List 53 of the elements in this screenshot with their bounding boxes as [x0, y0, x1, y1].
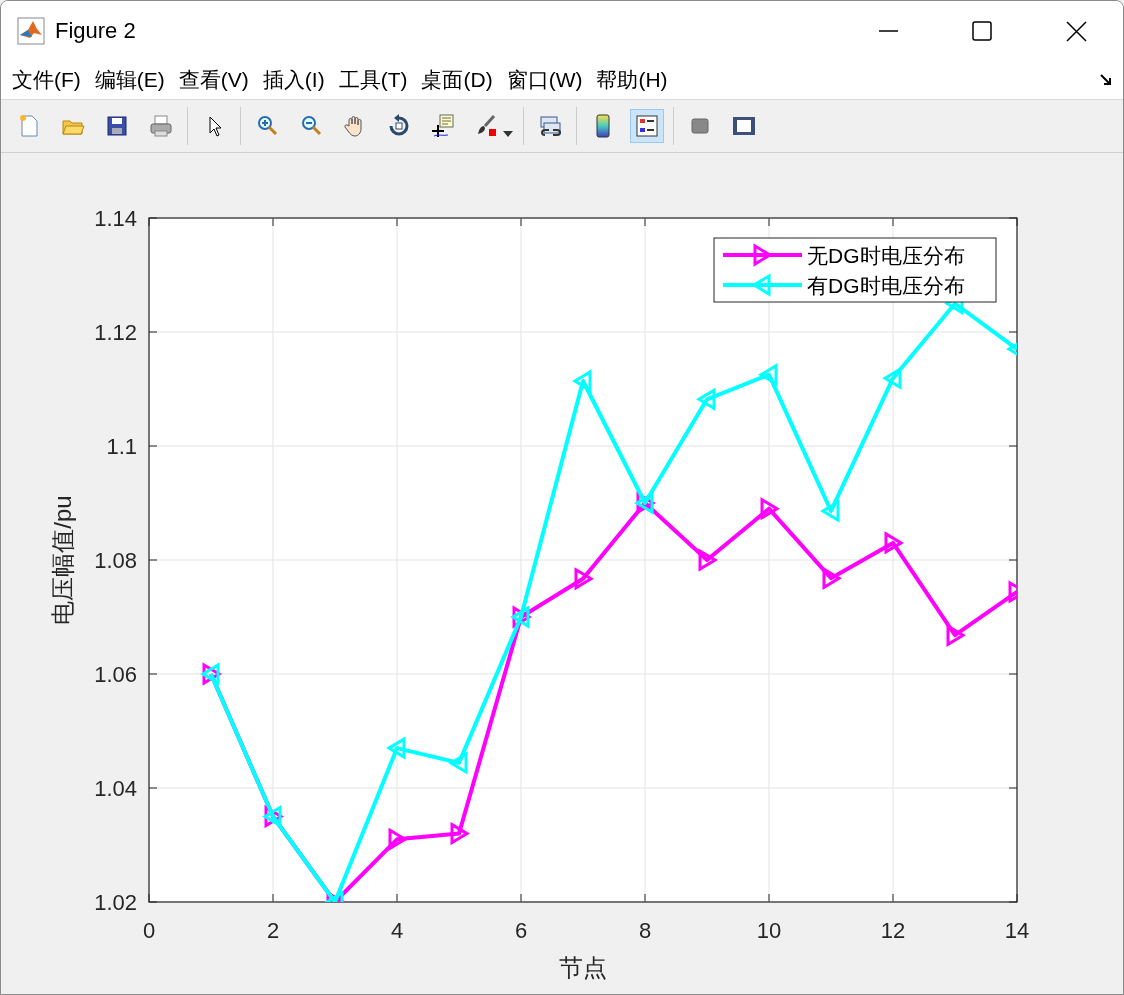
y-tick-label: 1.14: [94, 206, 137, 231]
data-marker: [388, 827, 408, 851]
data-marker: [758, 363, 778, 387]
menu-item[interactable]: 工具(T): [331, 66, 415, 94]
y-tick-label: 1.06: [94, 662, 137, 687]
x-axis-label: 节点: [559, 954, 607, 981]
menu-item[interactable]: 查看(V): [171, 66, 256, 94]
menu-item[interactable]: 编辑(E): [87, 66, 172, 94]
x-tick-label: 10: [756, 918, 782, 943]
legend-label: 有DG时电压分布: [807, 274, 965, 297]
y-tick-label: 1.02: [94, 890, 137, 915]
data-marker: [1008, 580, 1017, 604]
menu-item[interactable]: 插入(I): [255, 66, 332, 94]
menu-item[interactable]: 帮助(H): [589, 66, 675, 94]
x-tick-label: 8: [638, 918, 652, 943]
legend-tool-button[interactable]: [630, 109, 664, 143]
y-tick-label: 1.04: [94, 776, 137, 801]
y-tick-label: 1.08: [94, 548, 137, 573]
printer-icon: [148, 113, 174, 139]
y-tick-label: 1.1: [106, 434, 137, 459]
data-marker: [386, 736, 406, 760]
data-marker: [574, 567, 594, 591]
legend-icon: [634, 113, 660, 139]
data-marker: [572, 369, 592, 393]
data-marker: [822, 566, 842, 590]
x-tick-label: 0: [142, 918, 156, 943]
data-marker: [882, 366, 902, 390]
menu-item[interactable]: 桌面(D): [414, 66, 500, 94]
x-tick-label: 2: [266, 918, 280, 943]
data-marker: [946, 623, 966, 647]
data-marker: [884, 531, 904, 555]
x-tick-label: 12: [880, 918, 906, 943]
x-tick-label: 4: [390, 918, 404, 943]
save-icon: [104, 113, 130, 139]
data-marker: [760, 497, 780, 521]
legend-label: 无DG时电压分布: [807, 244, 965, 267]
y-tick-label: 1.12: [94, 320, 137, 345]
link-icon: [537, 113, 563, 139]
window-title: Figure 2: [55, 18, 136, 44]
y-axis-label: 电压幅值/pu: [49, 495, 76, 625]
dock-arrow-icon[interactable]: [1099, 73, 1113, 87]
app-logo-icon: [17, 17, 45, 45]
menu-item[interactable]: 窗口(W): [499, 66, 590, 94]
x-tick-label: 6: [514, 918, 528, 943]
dropdown-caret-icon[interactable]: [503, 131, 513, 137]
data-marker: [820, 499, 840, 523]
x-tick-label: 14: [1004, 918, 1030, 943]
data-marker: [448, 751, 468, 775]
data-marker: [698, 548, 718, 572]
data-marker: [450, 821, 470, 846]
data-tip-icon: [430, 113, 456, 139]
data-marker: [696, 387, 716, 411]
menu-item[interactable]: 文件(F): [5, 66, 88, 94]
